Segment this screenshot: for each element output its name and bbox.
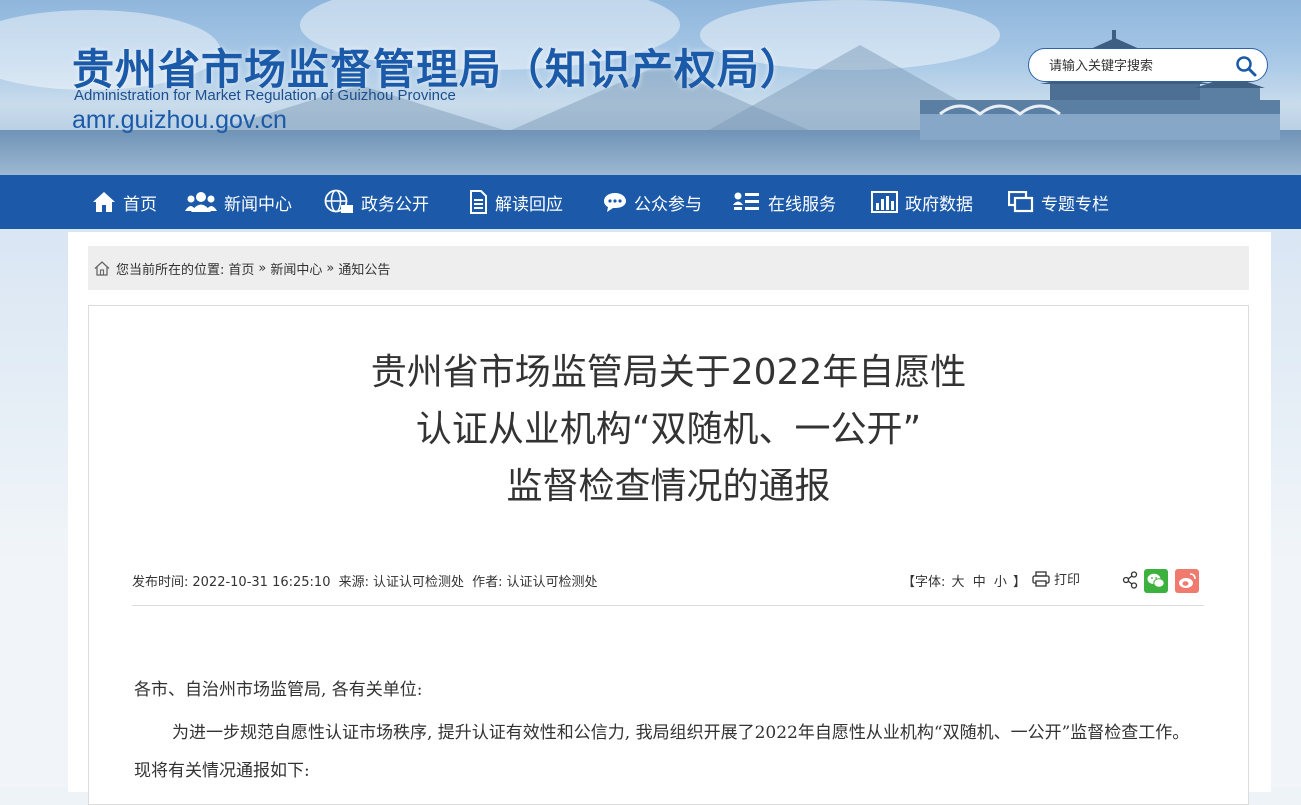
article-title: 贵州省市场监管局关于2022年自愿性 认证从业机构“双随机、一公开” 监督检查情… bbox=[88, 344, 1249, 515]
globe-icon bbox=[324, 189, 353, 213]
publish-label: 发布时间: bbox=[132, 575, 189, 590]
window-icon bbox=[1008, 191, 1034, 213]
source-value: 认证认可检测处 bbox=[373, 575, 465, 590]
bar-chart-icon bbox=[871, 191, 898, 213]
source-label: 来源: bbox=[338, 575, 369, 590]
nav-label: 在线服务 bbox=[768, 194, 836, 215]
home-icon bbox=[93, 192, 115, 212]
author-value: 认证认可检测处 bbox=[506, 575, 598, 590]
nav-item-special-topics[interactable]: 专题专栏 bbox=[1008, 175, 1109, 229]
breadcrumb-separator: » bbox=[326, 260, 335, 276]
printer-icon bbox=[1032, 570, 1050, 587]
font-medium-button[interactable]: 中 bbox=[973, 575, 986, 590]
article-meta: 发布时间: 2022-10-31 16:25:10 来源: 认证认可检测处 作者: 认… bbox=[132, 569, 1204, 606]
document-icon bbox=[470, 190, 487, 214]
nav-item-online-services[interactable]: 在线服务 bbox=[733, 175, 836, 229]
search-icon[interactable] bbox=[1235, 55, 1257, 77]
nav-item-public-participation[interactable]: 公众参与 bbox=[603, 175, 702, 229]
nav-item-government-affairs[interactable]: 政务公开 bbox=[324, 175, 429, 229]
weibo-icon bbox=[1179, 573, 1196, 588]
meta-info: 发布时间: 2022-10-31 16:25:10 来源: 认证认可检测处 作者: 认… bbox=[132, 571, 602, 590]
nav-label: 首页 bbox=[123, 194, 157, 215]
nav-item-interpretation[interactable]: 解读回应 bbox=[468, 175, 563, 229]
article-paragraph: 为进一步规范自愿性认证市场秩序, 提升认证有效性和公信力, 我局组织开展了202… bbox=[134, 723, 1190, 781]
font-size-control: 【字体: 大 中 小 】 bbox=[902, 571, 1026, 590]
list-icon bbox=[733, 192, 759, 210]
breadcrumb: 您当前所在的位置: 首页 » 新闻中心 » 通知公告 bbox=[88, 246, 1249, 290]
site-url: amr.guizhou.gov.cn bbox=[72, 106, 287, 134]
share-icon[interactable] bbox=[1122, 571, 1138, 589]
font-small-button[interactable]: 小 bbox=[994, 575, 1007, 590]
home-outline-icon bbox=[94, 260, 110, 276]
main-nav: 首页 新闻中心 政务公开 解读回应 公众参与 在线服务 政府数据 专题专栏 bbox=[0, 175, 1301, 229]
search-input[interactable] bbox=[1047, 55, 1231, 77]
wechat-icon bbox=[1147, 573, 1165, 588]
search-box bbox=[1028, 48, 1268, 82]
wechat-share-button[interactable] bbox=[1144, 569, 1168, 593]
article-title-line: 监督检查情况的通报 bbox=[506, 466, 831, 507]
publish-time: 2022-10-31 16:25:10 bbox=[192, 575, 331, 590]
nav-label: 专题专栏 bbox=[1041, 194, 1109, 215]
article-title-line: 认证从业机构“双随机、一公开” bbox=[415, 409, 922, 450]
article-title-line: 贵州省市场监管局关于2022年自愿性 bbox=[370, 352, 967, 393]
font-label-open: 【字体: bbox=[902, 575, 946, 590]
nav-item-government-data[interactable]: 政府数据 bbox=[871, 175, 973, 229]
pavilion-illustration bbox=[920, 30, 1280, 140]
font-label-close: 】 bbox=[1013, 575, 1027, 590]
weibo-share-button[interactable] bbox=[1175, 569, 1199, 593]
chat-icon bbox=[604, 193, 626, 212]
breadcrumb-link-news[interactable]: 新闻中心 bbox=[270, 259, 322, 278]
print-button[interactable]: 打印 bbox=[1032, 569, 1080, 588]
nav-label: 新闻中心 bbox=[224, 194, 292, 215]
site-header: 贵州省市场监督管理局（知识产权局） Administration for Mar… bbox=[0, 0, 1301, 175]
site-title-english: Administration for Market Regulation of … bbox=[74, 87, 456, 104]
nav-label: 政府数据 bbox=[905, 194, 973, 215]
users-icon bbox=[185, 192, 217, 212]
breadcrumb-link-notices[interactable]: 通知公告 bbox=[338, 259, 390, 278]
article-body: 各市、自治州市场监管局, 各有关单位: 为进一步规范自愿性认证市场秩序, 提升认… bbox=[134, 670, 1204, 790]
nav-label: 政务公开 bbox=[361, 194, 429, 215]
breadcrumb-prefix: 您当前所在的位置: bbox=[116, 262, 225, 278]
nav-item-news[interactable]: 新闻中心 bbox=[185, 175, 292, 229]
nav-label: 解读回应 bbox=[495, 194, 563, 215]
article-paragraph: 各市、自治州市场监管局, 各有关单位: bbox=[134, 680, 423, 700]
nav-label: 公众参与 bbox=[634, 194, 702, 215]
print-label: 打印 bbox=[1054, 573, 1081, 588]
breadcrumb-link-home[interactable]: 首页 bbox=[228, 259, 254, 278]
breadcrumb-separator: » bbox=[258, 260, 267, 276]
font-large-button[interactable]: 大 bbox=[952, 575, 965, 590]
author-label: 作者: bbox=[472, 575, 503, 590]
nav-item-home[interactable]: 首页 bbox=[92, 175, 157, 229]
